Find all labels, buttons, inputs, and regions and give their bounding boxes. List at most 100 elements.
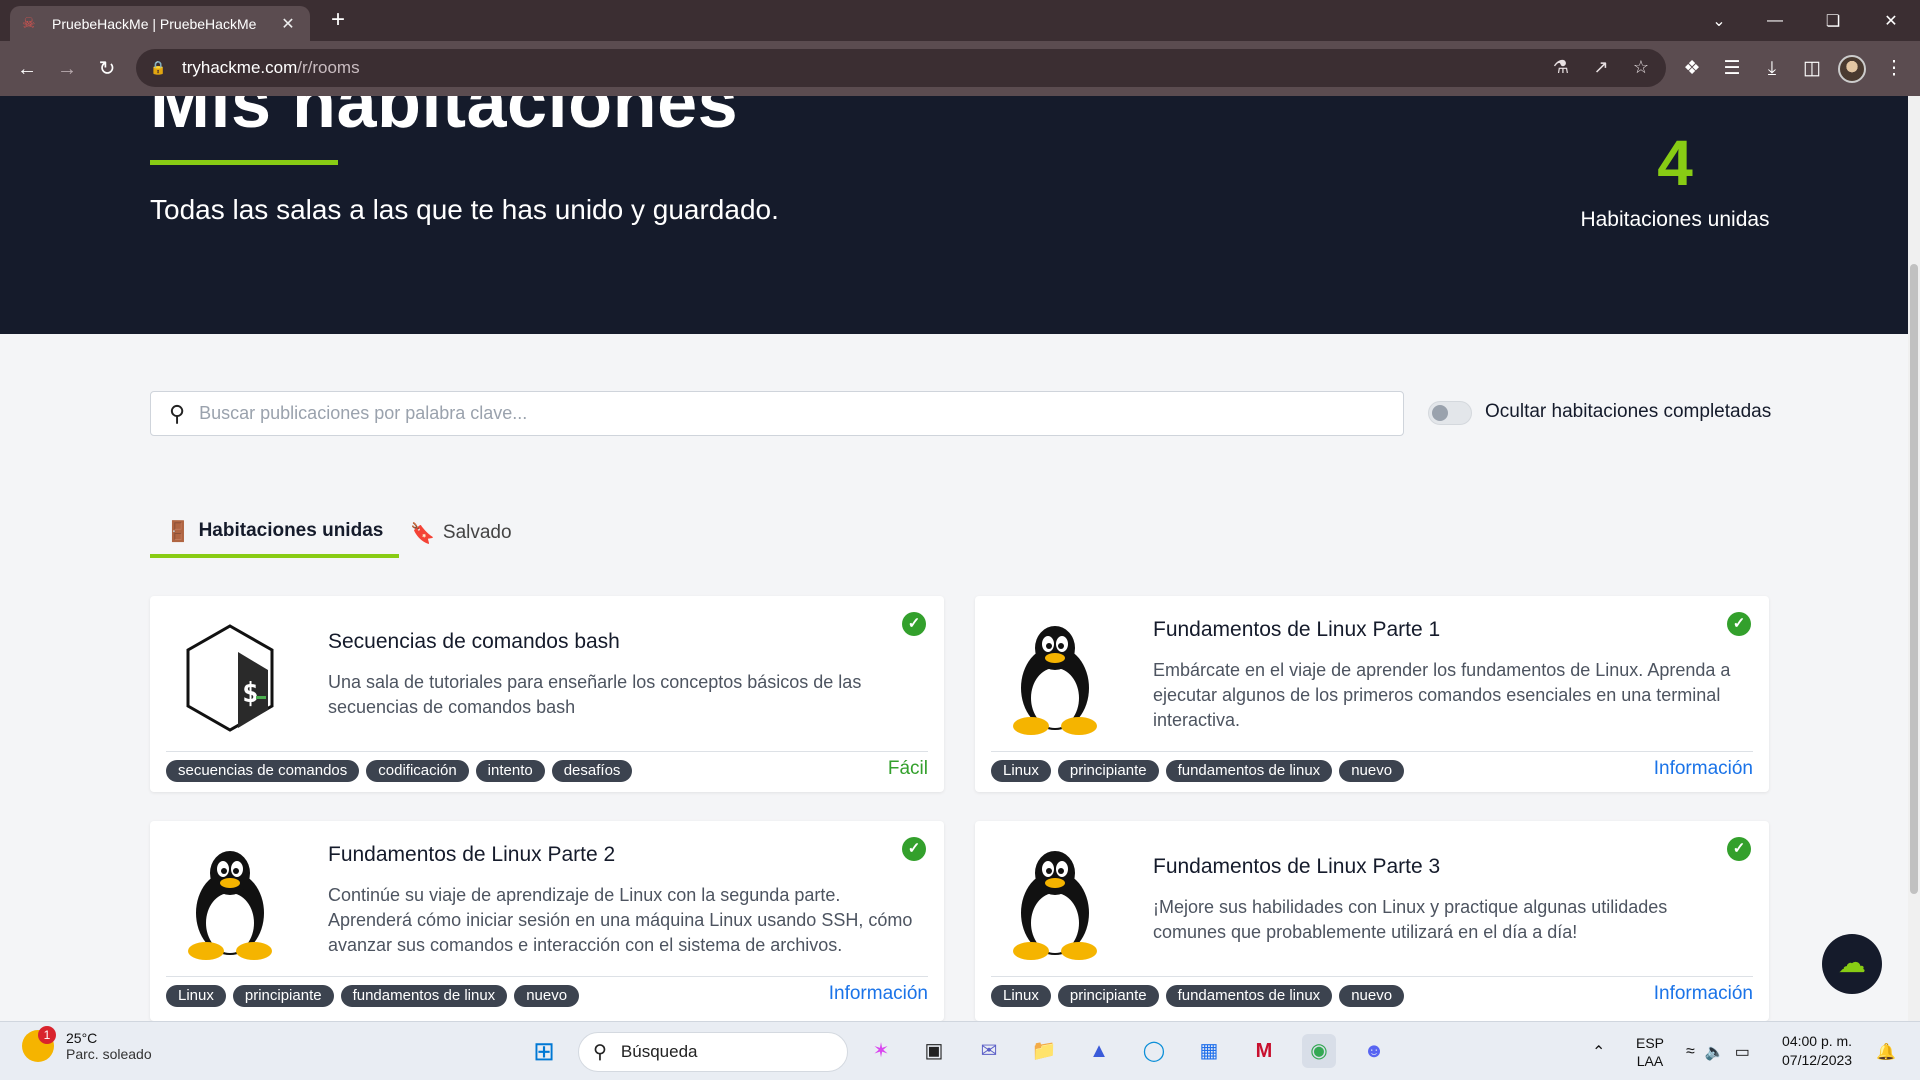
system-tray-status[interactable]: ≈ 🔈 ▭ bbox=[1686, 1022, 1750, 1080]
completed-check-icon: ✓ bbox=[902, 612, 926, 636]
task-view-icon[interactable]: ▣ bbox=[917, 1034, 951, 1068]
close-tab-icon[interactable]: ✕ bbox=[278, 14, 298, 34]
translate-icon[interactable]: ⚗ bbox=[1545, 51, 1577, 83]
toggle-knob bbox=[1432, 405, 1448, 421]
room-difficulty: Información bbox=[828, 983, 928, 1004]
input-language[interactable]: ESP LAA bbox=[1636, 1022, 1664, 1080]
close-window-button[interactable]: ✕ bbox=[1862, 0, 1920, 41]
search-icon: ⚲ bbox=[169, 400, 186, 426]
browser-tab-active[interactable]: ☠ PruebeHackMe | PruebeHackMe ✕ bbox=[10, 6, 310, 41]
room-tag[interactable]: intento bbox=[475, 760, 545, 782]
chrome-browser-icon[interactable]: ◉ bbox=[1302, 1034, 1336, 1068]
tab-joined-rooms[interactable]: 🚪 Habitaciones unidas bbox=[150, 508, 399, 558]
room-tag[interactable]: fundamentos de linux bbox=[340, 985, 508, 1007]
room-title[interactable]: Secuencias de comandos bash bbox=[328, 630, 620, 654]
room-description: Embárcate en el viaje de aprender los fu… bbox=[1153, 660, 1731, 730]
profile-avatar[interactable] bbox=[1838, 55, 1866, 83]
language-secondary: LAA bbox=[1636, 1052, 1664, 1069]
media-queue-icon[interactable]: ☰ bbox=[1716, 53, 1748, 85]
card-divider bbox=[991, 976, 1753, 977]
side-panel-icon[interactable]: ◫ bbox=[1796, 53, 1828, 85]
microsoft-store-icon[interactable]: ▦ bbox=[1192, 1034, 1226, 1068]
weather-alert-badge: 1 bbox=[38, 1026, 56, 1044]
back-arrow-icon[interactable]: ← bbox=[11, 53, 43, 85]
room-title[interactable]: Fundamentos de Linux Parte 3 bbox=[1153, 855, 1440, 879]
windows-taskbar: 1 25°C Parc. soleado ⊞ ⚲ Búsqueda ✶ ▣ ✉ … bbox=[0, 1021, 1920, 1080]
scrollbar-thumb[interactable] bbox=[1910, 264, 1918, 894]
browser-tab-bar: ☠ PruebeHackMe | PruebeHackMe ✕ + ⌄ — ❏ … bbox=[0, 0, 1920, 41]
weather-widget[interactable]: 1 25°C Parc. soleado bbox=[22, 1026, 152, 1062]
svg-text:$: $ bbox=[242, 676, 259, 709]
room-tag[interactable]: nuevo bbox=[1339, 985, 1405, 1007]
tux-penguin-icon bbox=[188, 851, 272, 960]
download-icon[interactable]: ⤓ bbox=[1756, 53, 1788, 85]
bookmark-star-icon[interactable]: ☆ bbox=[1625, 51, 1657, 83]
tab-search-chevron-down-icon[interactable]: ⌄ bbox=[1690, 0, 1748, 41]
lock-icon: 🔒 bbox=[150, 60, 167, 75]
restore-window-button[interactable]: ❏ bbox=[1804, 0, 1862, 41]
room-tag[interactable]: nuevo bbox=[1339, 760, 1405, 782]
room-card[interactable]: Fundamentos de Linux Parte 3 ¡Mejore sus… bbox=[975, 821, 1769, 1021]
room-card[interactable]: Fundamentos de Linux Parte 1 Embárcate e… bbox=[975, 596, 1769, 792]
room-tag[interactable]: principiante bbox=[232, 985, 334, 1007]
room-tag[interactable]: Linux bbox=[991, 760, 1051, 782]
show-hidden-icons-chevron-up-icon[interactable]: ⌃ bbox=[1592, 1022, 1605, 1080]
search-icon: ⚲ bbox=[593, 1041, 607, 1063]
room-difficulty: Fácil bbox=[887, 758, 928, 779]
teams-chat-icon[interactable]: ✉ bbox=[972, 1034, 1006, 1068]
windows-start-icon[interactable]: ⊞ bbox=[527, 1034, 561, 1068]
room-difficulty: Información bbox=[1653, 983, 1753, 1004]
reload-icon[interactable]: ↻ bbox=[91, 53, 123, 85]
browser-tab-title: PruebeHackMe | PruebeHackMe bbox=[52, 15, 257, 32]
volume-icon: 🔈 bbox=[1704, 1043, 1725, 1061]
language-primary: ESP bbox=[1636, 1034, 1665, 1051]
hero-banner: Mis habitaciones Todas las salas a las q… bbox=[0, 96, 1908, 334]
studio-app-icon[interactable]: ▲ bbox=[1082, 1034, 1116, 1068]
tux-penguin-icon bbox=[1013, 851, 1097, 960]
joined-rooms-count: 4 bbox=[1657, 127, 1693, 199]
tab-saved[interactable]: 🔖 Salvado bbox=[410, 508, 520, 558]
room-title[interactable]: Fundamentos de Linux Parte 1 bbox=[1153, 618, 1440, 642]
room-title[interactable]: Fundamentos de Linux Parte 2 bbox=[328, 843, 615, 867]
notification-bell-icon[interactable]: 🔔 bbox=[1876, 1022, 1896, 1080]
tab-joined-label: Habitaciones unidas bbox=[198, 520, 384, 541]
page-scrollbar[interactable] bbox=[1908, 96, 1920, 1021]
room-tag[interactable]: Linux bbox=[991, 985, 1051, 1007]
hide-completed-toggle[interactable] bbox=[1428, 401, 1472, 425]
address-bar[interactable]: 🔒 tryhackme.com/r/rooms bbox=[136, 49, 1666, 87]
room-tag[interactable]: Linux bbox=[166, 985, 226, 1007]
taskbar-clock[interactable]: 04:00 p. m. 07/12/2023 bbox=[1782, 1032, 1852, 1070]
minimize-window-button[interactable]: — bbox=[1746, 0, 1804, 41]
room-tag[interactable]: nuevo bbox=[514, 985, 580, 1007]
url-path: /r/rooms bbox=[297, 58, 360, 77]
mcafee-icon[interactable]: M bbox=[1247, 1034, 1281, 1068]
room-tag[interactable]: fundamentos de linux bbox=[1165, 985, 1333, 1007]
room-description: ¡Mejore sus habilidades con Linux y prac… bbox=[1153, 897, 1668, 942]
help-chat-button[interactable]: ☁ bbox=[1822, 934, 1882, 994]
battery-icon: ▭ bbox=[1734, 1043, 1750, 1061]
room-tag[interactable]: codificación bbox=[366, 760, 469, 782]
file-explorer-icon[interactable]: 📁 bbox=[1027, 1034, 1061, 1068]
share-icon[interactable]: ↗ bbox=[1585, 51, 1617, 83]
new-tab-button[interactable]: + bbox=[324, 6, 352, 34]
discord-icon[interactable]: ☻ bbox=[1357, 1034, 1391, 1068]
forward-arrow-icon[interactable]: → bbox=[51, 53, 83, 85]
room-tag[interactable]: principiante bbox=[1057, 985, 1159, 1007]
browser-toolbar: ← → ↻ 🔒 tryhackme.com/r/rooms ⚗ ↗ ☆ ❖ ☰ … bbox=[0, 41, 1920, 96]
copilot-icon[interactable]: ✶ bbox=[864, 1034, 898, 1068]
extensions-puzzle-icon[interactable]: ❖ bbox=[1676, 53, 1708, 85]
room-card[interactable]: $ Secuencias de comandos bash Una sala d… bbox=[150, 596, 944, 792]
weather-condition: Parc. soleado bbox=[66, 1046, 152, 1062]
room-tag[interactable]: fundamentos de linux bbox=[1165, 760, 1333, 782]
room-tag[interactable]: secuencias de comandos bbox=[166, 760, 360, 782]
browser-menu-icon[interactable]: ⋮ bbox=[1878, 53, 1910, 85]
edge-browser-icon[interactable]: ◯ bbox=[1137, 1034, 1171, 1068]
room-tag[interactable]: principiante bbox=[1057, 760, 1159, 782]
room-card[interactable]: Fundamentos de Linux Parte 2 Continúe su… bbox=[150, 821, 944, 1021]
room-description: Continúe su viaje de aprendizaje de Linu… bbox=[328, 885, 913, 955]
search-input[interactable] bbox=[199, 403, 1385, 424]
room-tags: Linux principiante fundamentos de linux … bbox=[991, 985, 1405, 1007]
room-tag[interactable]: desafíos bbox=[551, 760, 633, 782]
taskbar-search[interactable]: ⚲ Búsqueda bbox=[578, 1032, 848, 1072]
wifi-icon: ≈ bbox=[1686, 1042, 1695, 1060]
